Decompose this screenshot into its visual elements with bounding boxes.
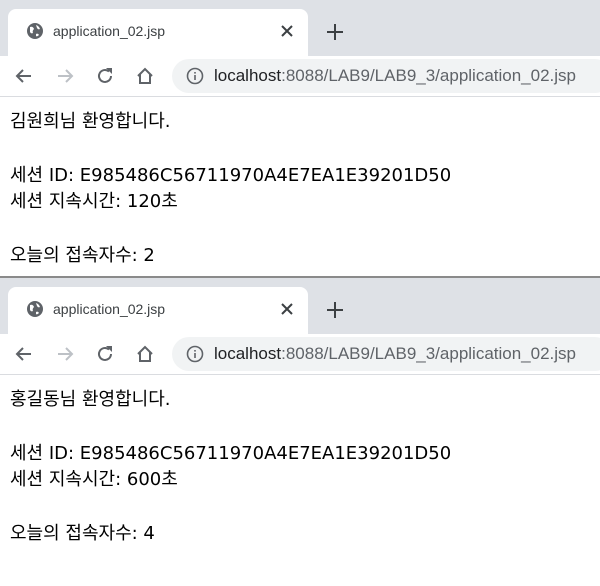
session-duration: 세션 지속시간: 120초	[10, 191, 178, 212]
info-icon[interactable]	[186, 345, 204, 363]
toolbar: localhost:8088/LAB9/LAB9_3/application_0…	[0, 56, 600, 97]
active-tab[interactable]: application_02.jsp	[8, 9, 308, 56]
forward-arrow-icon[interactable]	[55, 66, 75, 86]
toolbar: localhost:8088/LAB9/LAB9_3/application_0…	[0, 334, 600, 375]
url-host: localhost	[214, 66, 282, 85]
reload-icon[interactable]	[95, 66, 115, 86]
url-path: :8088/LAB9/LAB9_3/application_02.jsp	[281, 66, 577, 85]
address-bar[interactable]: localhost:8088/LAB9/LAB9_3/application_0…	[172, 337, 600, 371]
home-icon[interactable]	[135, 344, 155, 364]
plus-icon[interactable]	[324, 299, 346, 321]
globe-icon	[27, 301, 43, 317]
welcome-message: 김원희님 환영합니다.	[10, 111, 171, 132]
url-path: :8088/LAB9/LAB9_3/application_02.jsp	[281, 344, 577, 363]
active-tab[interactable]: application_02.jsp	[8, 287, 308, 334]
url-text[interactable]: localhost:8088/LAB9/LAB9_3/application_0…	[214, 66, 576, 86]
globe-icon	[27, 23, 43, 39]
reload-icon[interactable]	[95, 344, 115, 364]
page-content: 홍길동님 환영합니다. 세션 ID: E985486C56711970A4E7E…	[0, 375, 600, 547]
plus-icon[interactable]	[324, 21, 346, 43]
tab-title: application_02.jsp	[53, 301, 166, 317]
welcome-message: 홍길동님 환영합니다.	[10, 389, 171, 410]
page-content: 김원희님 환영합니다. 세션 ID: E985486C56711970A4E7E…	[0, 97, 600, 269]
browser-window-2: application_02.jsp localhost:8088/LAB9/L…	[0, 278, 600, 586]
tab-strip: application_02.jsp	[0, 278, 600, 334]
session-id: 세션 ID: E985486C56711970A4E7EA1E39201D50	[10, 165, 452, 186]
close-icon[interactable]	[280, 24, 294, 38]
session-duration: 세션 지속시간: 600초	[10, 469, 178, 490]
home-icon[interactable]	[135, 66, 155, 86]
back-arrow-icon[interactable]	[14, 66, 34, 86]
session-id: 세션 ID: E985486C56711970A4E7EA1E39201D50	[10, 443, 452, 464]
close-icon[interactable]	[280, 302, 294, 316]
forward-arrow-icon[interactable]	[55, 344, 75, 364]
tab-strip: application_02.jsp	[0, 0, 600, 56]
tab-title: application_02.jsp	[53, 23, 166, 39]
back-arrow-icon[interactable]	[14, 344, 34, 364]
visitor-count: 오늘의 접속자수: 2	[10, 245, 155, 266]
visitor-count: 오늘의 접속자수: 4	[10, 523, 155, 544]
browser-window-1: application_02.jsp localhost:8088/LAB9/L…	[0, 0, 600, 276]
info-icon[interactable]	[186, 67, 204, 85]
url-text[interactable]: localhost:8088/LAB9/LAB9_3/application_0…	[214, 344, 576, 364]
url-host: localhost	[214, 344, 282, 363]
address-bar[interactable]: localhost:8088/LAB9/LAB9_3/application_0…	[172, 59, 600, 93]
